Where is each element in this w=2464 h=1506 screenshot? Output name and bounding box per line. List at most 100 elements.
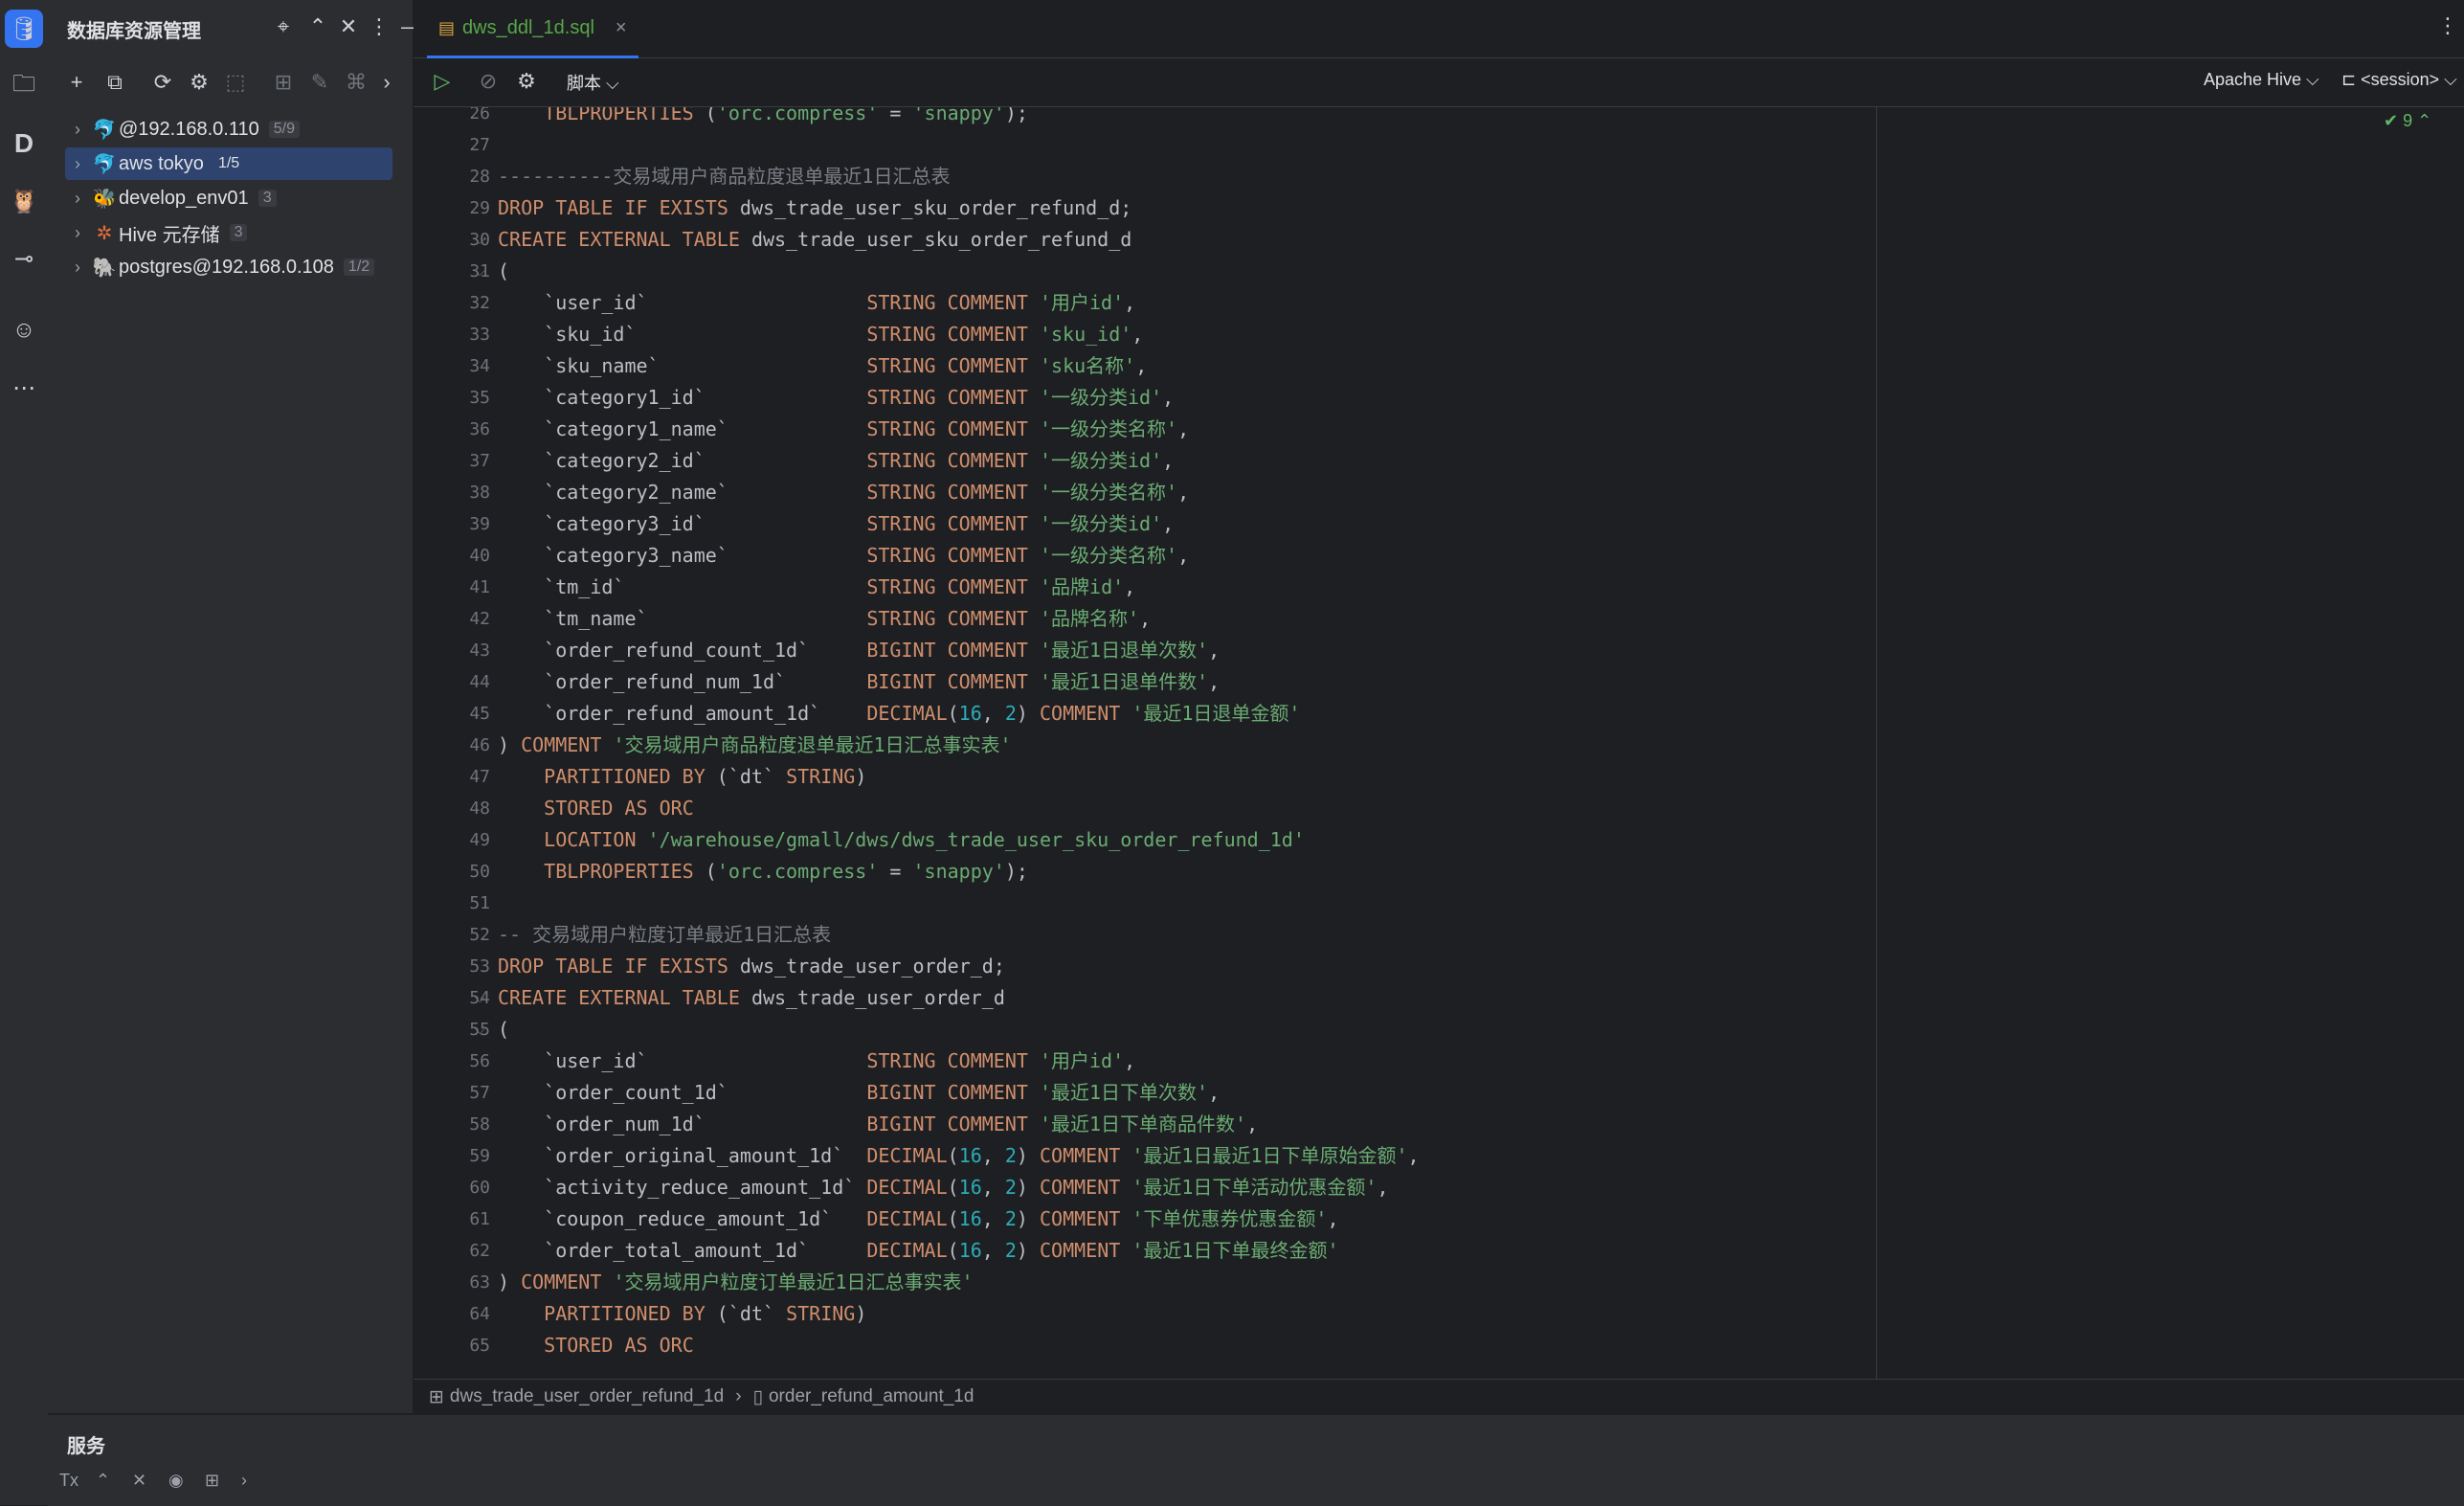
code-line[interactable]: `sku_id` STRING COMMENT 'sku_id', — [498, 319, 1143, 350]
commit-icon[interactable]: ⊸ — [5, 239, 43, 278]
plugin-icon[interactable]: 🦉 — [5, 182, 43, 220]
code-line[interactable]: `category2_name` STRING COMMENT '一级分类名称'… — [498, 477, 1189, 508]
run-settings-icon[interactable]: ⚙ — [509, 64, 544, 99]
close-icon[interactable]: ✕ — [132, 1471, 146, 1491]
code-line[interactable]: `category2_id` STRING COMMENT '一级分类id', — [498, 445, 1174, 477]
code-line[interactable]: -- 交易域用户粒度订单最近1日汇总表 — [498, 919, 831, 951]
code-line[interactable]: `order_total_amount_1d` DECIMAL(16, 2) C… — [498, 1235, 1338, 1267]
line-number: 40 — [469, 546, 490, 566]
code-line[interactable]: DROP TABLE IF EXISTS dws_trade_user_sku_… — [498, 192, 1131, 224]
code-line[interactable]: `coupon_reduce_amount_1d` DECIMAL(16, 2)… — [498, 1203, 1338, 1235]
code-line[interactable]: `category3_id` STRING COMMENT '一级分类id', — [498, 508, 1174, 540]
code-line[interactable]: `user_id` STRING COMMENT '用户id', — [498, 287, 1135, 319]
code-line[interactable]: `category3_name` STRING COMMENT '一级分类名称'… — [498, 540, 1189, 572]
add-service-icon[interactable]: ⊞ — [205, 1471, 219, 1491]
chevron-right-icon[interactable]: › — [65, 223, 90, 243]
code-line[interactable]: DROP TABLE IF EXISTS dws_trade_user_orde… — [498, 951, 1005, 982]
code-line[interactable]: `order_refund_amount_1d` DECIMAL(16, 2) … — [498, 698, 1300, 730]
fold-toggle-icon[interactable]: ⌵ — [475, 263, 485, 280]
code-line[interactable]: CREATE EXTERNAL TABLE dws_trade_user_ord… — [498, 982, 1005, 1014]
database-icon[interactable]: 🛢 — [5, 10, 43, 48]
d-letter-icon[interactable]: D — [5, 124, 43, 163]
code-line[interactable]: `sku_name` STRING COMMENT 'sku名称', — [498, 350, 1147, 382]
code-line[interactable]: `tm_name` STRING COMMENT '品牌名称', — [498, 603, 1151, 635]
line-number: 43 — [469, 641, 490, 661]
line-number: 63 — [469, 1272, 490, 1292]
line-number: 51 — [469, 893, 490, 913]
code-line[interactable]: PARTITIONED BY (`dt` STRING) — [498, 1298, 866, 1330]
code-editor[interactable]: 26 27 28 29 30 ⌵ 31 ⌵ 32 33 34 35 36 37 38 39 40 41 42 43 44… — [414, 107, 2464, 1379]
chevron-right-icon[interactable]: › — [65, 154, 90, 174]
line-number: 39 — [469, 514, 490, 534]
code-line[interactable]: ) COMMENT '交易域用户粒度订单最近1日汇总事实表' — [498, 1267, 974, 1298]
tab-menu-icon[interactable]: ⋮ — [2437, 13, 2458, 38]
code-line[interactable]: `order_refund_count_1d` BIGINT COMMENT '… — [498, 635, 1220, 666]
code-line[interactable]: `category1_id` STRING COMMENT '一级分类id', — [498, 382, 1174, 414]
eye-icon[interactable]: ◉ — [168, 1471, 184, 1491]
tab-dws-ddl-1d[interactable]: ▤ dws_ddl_1d.sql × — [427, 0, 638, 58]
run-icon[interactable]: ▷ — [425, 64, 459, 99]
dialect-dropdown[interactable]: Apache Hive ⌵ — [2204, 70, 2319, 90]
close-icon[interactable]: ✕ — [331, 10, 366, 44]
table-icon[interactable]: ⊞ — [266, 65, 301, 100]
close-tab-icon[interactable]: × — [616, 17, 627, 39]
code-line[interactable]: `order_count_1d` BIGINT COMMENT '最近1日下单次… — [498, 1077, 1220, 1109]
inspection-status[interactable]: ✔ 9 ⌃ — [2384, 111, 2431, 131]
code-line[interactable]: ----------交易域用户商品粒度退单最近1日汇总表 — [498, 161, 950, 192]
jump-icon[interactable]: ⌘ — [339, 65, 373, 100]
code-line[interactable]: `activity_reduce_amount_1d` DECIMAL(16, … — [498, 1172, 1388, 1203]
postgres-icon: 🐘 — [92, 257, 117, 279]
tree-item[interactable]: › 🐘 postgres@192.168.0.108 1/2 — [65, 251, 392, 283]
code-line[interactable]: STORED AS ORC — [498, 1330, 694, 1361]
more-actions-icon[interactable]: › — [370, 65, 404, 100]
code-line[interactable]: ) COMMENT '交易域用户商品粒度退单最近1日汇总事实表' — [498, 730, 1012, 761]
copilot-icon[interactable]: ☺ — [5, 311, 43, 349]
code-line[interactable]: TBLPROPERTIES ('orc.compress' = 'snappy'… — [498, 856, 1028, 888]
script-mode-dropdown[interactable]: 脚本 ⌵ — [567, 70, 619, 95]
code-line[interactable]: `tm_id` STRING COMMENT '品牌id', — [498, 572, 1135, 603]
more-icon[interactable]: ⋯ — [5, 369, 43, 407]
fold-toggle-icon[interactable]: ⌵ — [475, 232, 485, 248]
options-menu-icon[interactable]: ⋮ — [362, 10, 396, 44]
code-line[interactable]: `order_refund_num_1d` BIGINT COMMENT '最近… — [498, 666, 1220, 698]
line-number: 65 — [469, 1336, 490, 1356]
expand-collapse-icon[interactable]: ⌃ — [301, 10, 335, 44]
chevron-right-icon[interactable]: › — [65, 120, 90, 140]
filter-icon[interactable]: ⬚ — [218, 65, 253, 100]
tree-item[interactable]: › 🐬 aws tokyo 1/5 — [65, 147, 392, 180]
tree-item[interactable]: › ✲ Hive 元存储 3 — [65, 216, 392, 249]
locate-icon[interactable]: ⌖ — [266, 10, 301, 44]
add-icon[interactable]: + — [59, 65, 94, 100]
chevron-right-icon[interactable]: › — [65, 189, 90, 209]
session-dropdown[interactable]: ⊏ <session> ⌵ — [2341, 70, 2457, 90]
expand-icon[interactable]: ⌃ — [96, 1471, 110, 1491]
more-icon[interactable]: › — [241, 1471, 247, 1491]
tx-mode-button[interactable]: Tx — [59, 1471, 78, 1491]
tree-item[interactable]: › 🐬 @192.168.0.110 5/9 — [65, 113, 392, 146]
code-line[interactable]: STORED AS ORC — [498, 793, 694, 824]
chevron-right-icon[interactable]: › — [65, 258, 90, 278]
line-number: 36 — [469, 419, 490, 439]
code-line[interactable]: ( — [498, 1014, 509, 1045]
breadcrumb-column[interactable]: order_refund_amount_1d — [769, 1386, 974, 1407]
fold-toggle-icon[interactable]: ⌵ — [475, 990, 485, 1006]
refresh-icon[interactable]: ⟳ — [146, 65, 180, 100]
edit-icon[interactable]: ✎ — [302, 65, 337, 100]
fold-toggle-icon[interactable]: ⌵ — [475, 1022, 485, 1038]
stop-icon[interactable]: ⊘ — [471, 64, 505, 99]
code-line[interactable]: LOCATION '/warehouse/gmall/dws/dws_trade… — [498, 824, 1305, 856]
code-line[interactable]: CREATE EXTERNAL TABLE dws_trade_user_sku… — [498, 224, 1131, 256]
folder-icon[interactable]: 🗀 — [5, 67, 43, 105]
breadcrumb-table[interactable]: dws_trade_user_order_refund_1d — [450, 1386, 724, 1407]
code-line[interactable]: ( — [498, 256, 509, 287]
copy-icon[interactable]: ⧉ — [98, 65, 132, 100]
settings-icon[interactable]: ⚙ — [182, 65, 216, 100]
code-line[interactable]: `user_id` STRING COMMENT '用户id', — [498, 1045, 1135, 1077]
code-line[interactable]: PARTITIONED BY (`dt` STRING) — [498, 761, 866, 793]
code-line[interactable]: `order_original_amount_1d` DECIMAL(16, 2… — [498, 1140, 1419, 1172]
code-line[interactable]: `category1_name` STRING COMMENT '一级分类名称'… — [498, 414, 1189, 445]
code-line[interactable]: `order_num_1d` BIGINT COMMENT '最近1日下单商品件… — [498, 1109, 1258, 1140]
line-number-gutter: 26 27 28 29 30 ⌵ 31 ⌵ 32 33 34 35 36 37 38 39 40 41 42 43 44… — [414, 107, 490, 1379]
code-line[interactable]: TBLPROPERTIES ('orc.compress' = 'snappy'… — [498, 107, 1028, 129]
tree-item[interactable]: › 🐝 develop_env01 3 — [65, 182, 392, 214]
